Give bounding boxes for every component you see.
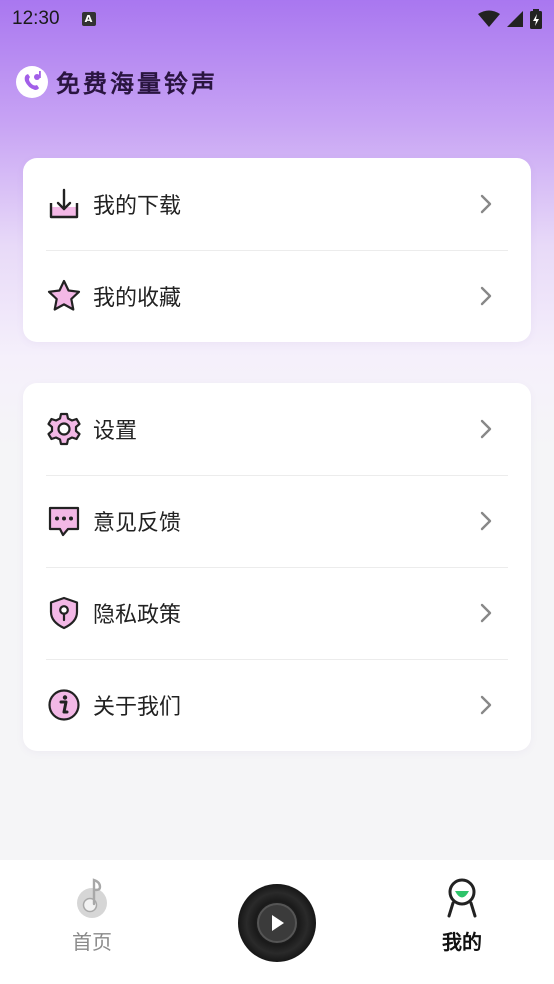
chevron-right-icon bbox=[475, 418, 497, 440]
app-header: 免费海量铃声 bbox=[16, 64, 218, 99]
nav-tab-mine[interactable]: 我的 bbox=[407, 876, 517, 955]
download-icon bbox=[45, 185, 83, 223]
star-icon bbox=[45, 277, 83, 315]
menu-item-label: 意见反馈 bbox=[93, 511, 182, 536]
phone-music-icon bbox=[16, 65, 48, 98]
play-icon bbox=[257, 903, 297, 943]
chevron-right-icon bbox=[475, 694, 497, 716]
status-bar: 12:30 A bbox=[0, 0, 554, 38]
user-profile-icon bbox=[447, 878, 477, 918]
signal-icon bbox=[507, 11, 523, 27]
chevron-right-icon bbox=[475, 510, 497, 532]
status-icons bbox=[478, 9, 542, 29]
app-title: 免费海量铃声 bbox=[56, 70, 218, 98]
menu-item-settings[interactable]: 设置 bbox=[23, 383, 531, 475]
status-time: 12:30 bbox=[12, 8, 60, 29]
menu-item-label: 设置 bbox=[93, 419, 138, 444]
chat-bubble-icon bbox=[45, 502, 83, 540]
chevron-right-icon bbox=[475, 193, 497, 215]
chevron-right-icon bbox=[475, 285, 497, 307]
menu-item-privacy[interactable]: 隐私政策 bbox=[23, 567, 531, 659]
menu-item-label: 关于我们 bbox=[93, 695, 182, 720]
wifi-icon bbox=[478, 10, 500, 27]
nav-tab-home[interactable]: 首页 bbox=[37, 876, 147, 955]
chevron-right-icon bbox=[475, 602, 497, 624]
menu-card-general: 设置 意见反馈 隐私政策 关于我们 bbox=[23, 383, 531, 751]
menu-item-label: 我的下载 bbox=[93, 194, 182, 219]
menu-item-downloads[interactable]: 我的下载 bbox=[23, 158, 531, 250]
menu-card-personal: 我的下载 我的收藏 bbox=[23, 158, 531, 342]
battery-icon bbox=[530, 9, 542, 29]
shield-lock-icon bbox=[45, 594, 83, 632]
menu-item-favorites[interactable]: 我的收藏 bbox=[23, 250, 531, 342]
menu-item-label: 隐私政策 bbox=[93, 603, 182, 628]
info-icon bbox=[45, 686, 83, 724]
nav-tab-label: 我的 bbox=[442, 930, 482, 954]
menu-item-label: 我的收藏 bbox=[93, 286, 182, 311]
play-button[interactable] bbox=[238, 884, 316, 962]
notification-badge: A bbox=[81, 12, 96, 26]
nav-tab-label: 首页 bbox=[72, 930, 112, 954]
music-note-icon bbox=[77, 878, 107, 918]
gear-icon bbox=[45, 410, 83, 448]
menu-item-feedback[interactable]: 意见反馈 bbox=[23, 475, 531, 567]
menu-item-about[interactable]: 关于我们 bbox=[23, 659, 531, 751]
